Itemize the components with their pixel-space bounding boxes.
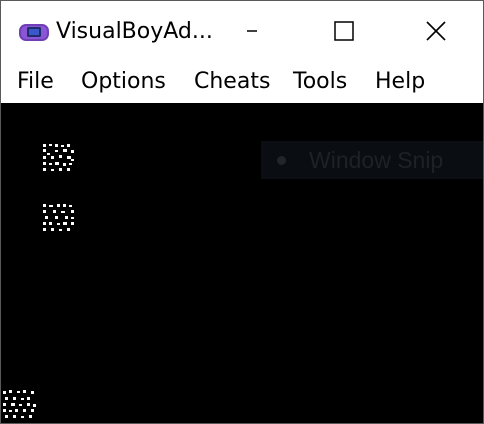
minimize-button[interactable] xyxy=(206,1,298,61)
close-icon xyxy=(426,21,446,41)
app-window: VisualBoyAd... File Options Cheats Tools… xyxy=(0,0,484,424)
pixel-glyph xyxy=(43,144,74,171)
menu-cheats[interactable]: Cheats xyxy=(194,68,270,96)
window-snip-overlay[interactable]: Window Snip xyxy=(261,141,483,179)
title-bar[interactable]: VisualBoyAd... xyxy=(1,1,483,61)
maximize-icon xyxy=(334,21,354,41)
gameboy-advance-icon[interactable] xyxy=(18,18,50,46)
menu-file[interactable]: File xyxy=(17,68,54,96)
menu-help[interactable]: Help xyxy=(375,68,425,96)
pixel-glyph xyxy=(3,390,36,418)
menu-bar: File Options Cheats Tools Help xyxy=(1,61,483,103)
menu-tools[interactable]: Tools xyxy=(293,68,347,96)
close-button[interactable] xyxy=(390,1,482,61)
game-screen[interactable]: Window Snip xyxy=(1,103,483,423)
minimize-icon xyxy=(247,30,257,32)
window-snip-label: Window Snip xyxy=(309,147,444,173)
maximize-button[interactable] xyxy=(298,1,390,61)
window-title: VisualBoyAd... xyxy=(56,19,213,44)
pixel-glyph xyxy=(43,204,74,231)
menu-options[interactable]: Options xyxy=(81,68,166,96)
record-dot-icon xyxy=(277,156,286,165)
